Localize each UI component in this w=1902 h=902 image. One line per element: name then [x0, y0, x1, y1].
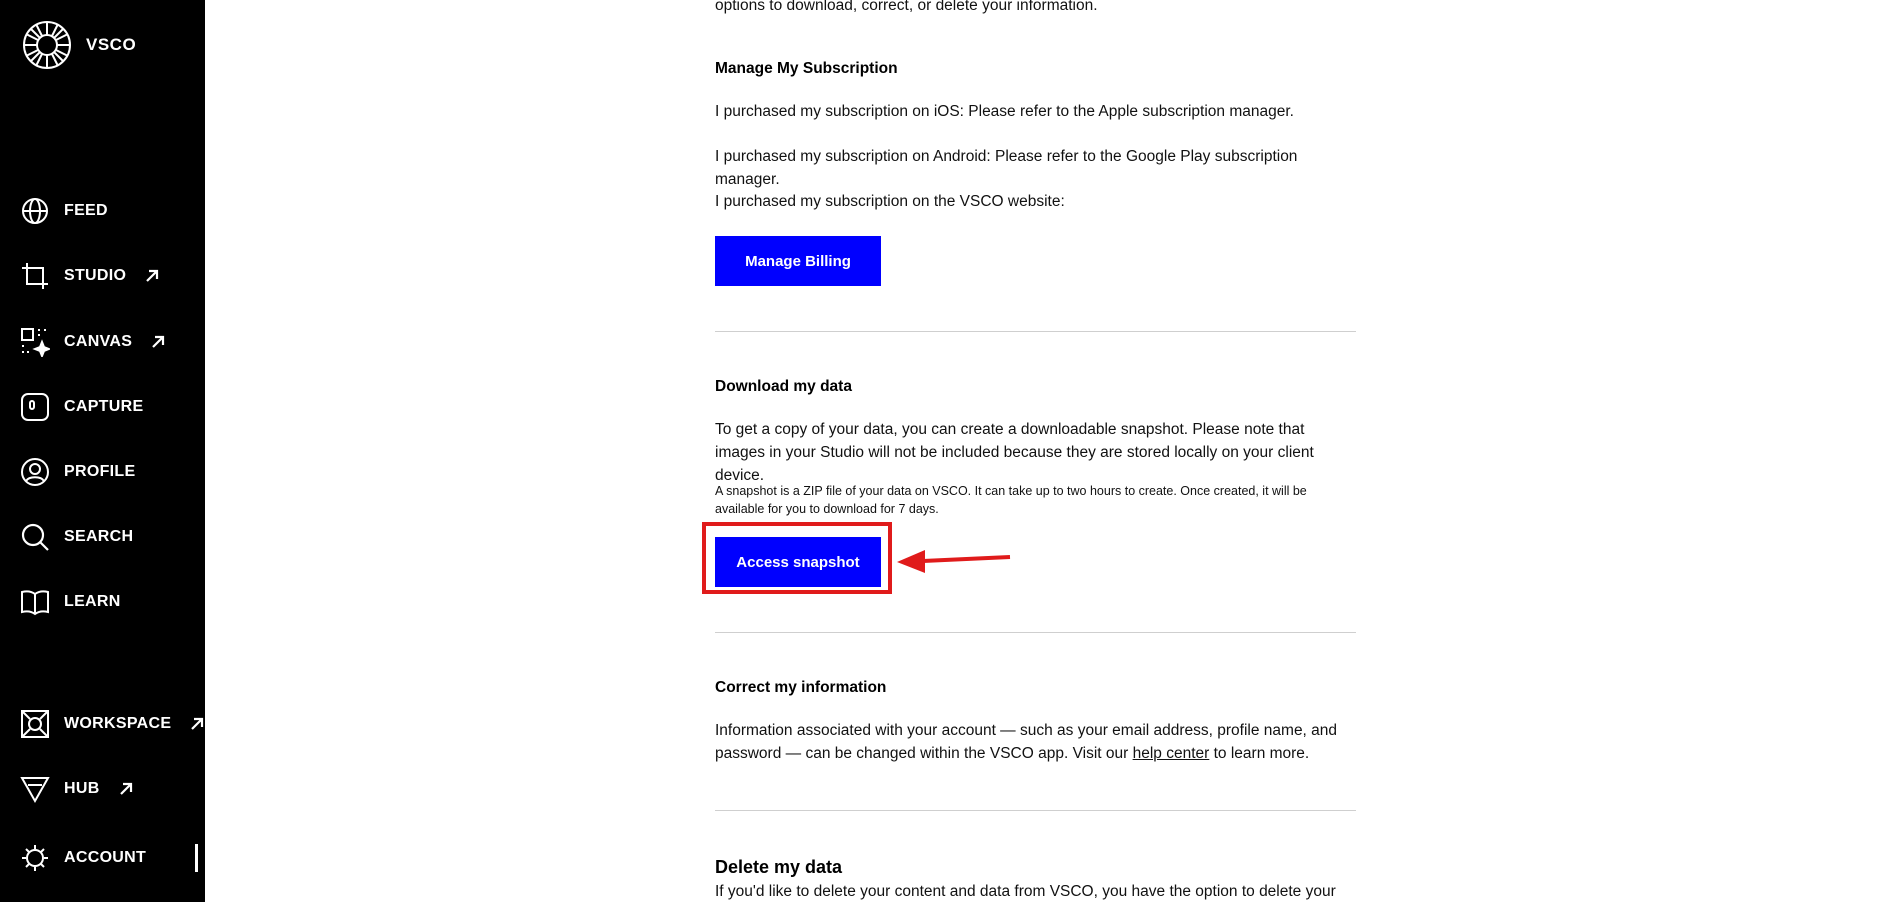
- correct-body: Information associated with your account…: [715, 719, 1355, 765]
- nav-label-account: ACCOUNT: [64, 849, 147, 866]
- manage-billing-button[interactable]: Manage Billing: [715, 236, 881, 286]
- external-arrow-icon: [152, 335, 165, 348]
- download-note: A snapshot is a ZIP file of your data on…: [715, 484, 1307, 516]
- nav-label-feed: FEED: [64, 202, 108, 219]
- nav-label-capture: CAPTURE: [64, 398, 144, 415]
- nav-label-profile: PROFILE: [64, 463, 136, 480]
- correct-heading: Correct my information: [715, 679, 887, 696]
- external-arrow-icon: [146, 269, 159, 282]
- user-icon: [20, 457, 50, 487]
- camera-icon: [20, 392, 50, 422]
- sidebar: VSCO FEED STUDIO CANVAS CAPTURE PROFILE: [0, 0, 205, 902]
- divider: [715, 632, 1356, 633]
- brand[interactable]: VSCO: [22, 20, 136, 70]
- nav-item-canvas[interactable]: CANVAS: [20, 325, 166, 359]
- gear-icon: [20, 843, 50, 873]
- external-arrow-icon: [119, 782, 132, 795]
- nav-item-search[interactable]: SEARCH: [20, 520, 133, 554]
- search-icon: [20, 522, 50, 552]
- subscription-ios-text: I purchased my subscription on iOS: Plea…: [715, 103, 1294, 120]
- download-heading: Download my data: [715, 378, 852, 395]
- nav-item-learn[interactable]: LEARN: [20, 585, 121, 619]
- nav-item-account[interactable]: ACCOUNT: [20, 841, 146, 875]
- divider: [715, 331, 1356, 332]
- nav-item-studio[interactable]: STUDIO: [20, 259, 160, 293]
- nav-item-workspace[interactable]: WORKSPACE: [20, 707, 205, 741]
- brand-name: VSCO: [86, 35, 137, 54]
- download-body: To get a copy of your data, you can crea…: [715, 421, 1314, 484]
- book-icon: [20, 587, 50, 617]
- nav-label-studio: STUDIO: [64, 267, 127, 284]
- nav-item-capture[interactable]: CAPTURE: [20, 390, 143, 424]
- canvas-icon: [20, 327, 50, 357]
- delete-body: If you'd like to delete your content and…: [715, 883, 1336, 900]
- nav-label-search: SEARCH: [64, 528, 134, 545]
- hub-triangle-icon: [20, 774, 50, 804]
- nav-item-hub[interactable]: HUB: [20, 772, 134, 806]
- active-indicator: [195, 844, 198, 872]
- workspace-icon: [20, 709, 50, 739]
- vsco-logo-icon: [23, 21, 71, 69]
- highlight-box: [702, 522, 892, 594]
- annotation-arrow-icon: [897, 550, 1011, 573]
- nav-item-profile[interactable]: PROFILE: [20, 455, 135, 489]
- nav-item-feed[interactable]: FEED: [20, 194, 108, 228]
- intro-text: options to download, correct, or delete …: [715, 0, 1098, 14]
- globe-icon: [20, 196, 50, 226]
- nav-label-canvas: CANVAS: [64, 333, 133, 350]
- crop-icon: [20, 261, 50, 291]
- external-arrow-icon: [191, 717, 204, 730]
- delete-heading: Delete my data: [715, 857, 843, 877]
- help-center-link[interactable]: help center: [1133, 745, 1210, 762]
- divider: [715, 810, 1356, 811]
- correct-body-tail: to learn more.: [1213, 745, 1310, 762]
- subscription-heading: Manage My Subscription: [715, 60, 898, 77]
- nav-label-learn: LEARN: [64, 593, 121, 610]
- nav-label-hub: HUB: [64, 780, 100, 797]
- nav-label-workspace: WORKSPACE: [64, 715, 172, 732]
- subscription-android-text: I purchased my subscription on Android: …: [715, 148, 1298, 188]
- subscription-web-text: I purchased my subscription on the VSCO …: [715, 193, 1065, 210]
